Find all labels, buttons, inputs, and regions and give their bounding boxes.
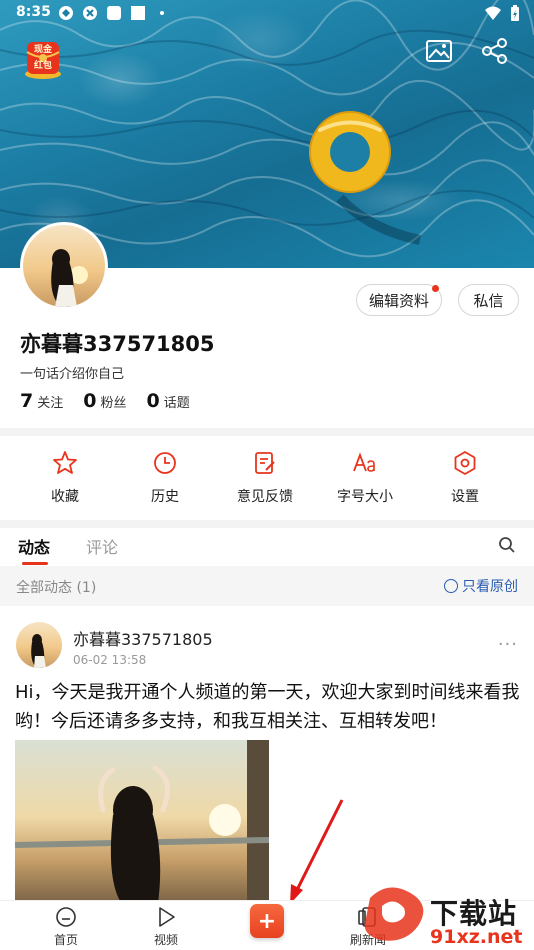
private-message-button[interactable]: 私信	[458, 284, 519, 316]
quick-label: 历史	[151, 489, 179, 505]
tab-dynamics[interactable]: 动态	[18, 534, 50, 558]
home-icon	[56, 907, 76, 927]
stat-followers[interactable]: 0 粉丝	[83, 390, 126, 412]
app-notification-icon	[131, 6, 145, 20]
publish-button[interactable]: +	[250, 904, 284, 938]
wifi-icon	[485, 6, 501, 20]
status-bar: 8:35	[0, 0, 534, 28]
nav-video-label: 视频	[153, 933, 178, 947]
change-cover-image-icon[interactable]	[424, 36, 454, 66]
quick-history[interactable]: 历史	[115, 436, 215, 520]
quick-label: 字号大小	[337, 489, 393, 505]
avatar-image	[23, 225, 105, 307]
dot-icon	[160, 11, 164, 15]
play-icon	[159, 907, 175, 927]
nav-home[interactable]: 首页	[36, 905, 96, 948]
post-author-avatar[interactable]	[16, 622, 62, 668]
quick-label: 设置	[451, 489, 479, 505]
post-text: Hi，今天是我开通个人频道的第一天，欢迎大家到时间线来看我哟！今后还请多多支持，…	[15, 682, 520, 732]
status-time: 8:35	[16, 4, 51, 20]
gear-icon	[454, 451, 476, 475]
nav-home-label: 首页	[53, 933, 78, 947]
tab-comments[interactable]: 评论	[86, 534, 118, 558]
hongbao-label-bottom: 红包	[34, 59, 52, 71]
username: 亦暮暮337571805	[20, 332, 215, 356]
edit-profile-button[interactable]: 编辑资料	[356, 284, 442, 316]
shield-status-icon	[83, 6, 97, 20]
quick-font-size[interactable]: 字号大小	[315, 436, 415, 520]
share-icon[interactable]	[480, 36, 510, 66]
app-notification-icon	[107, 6, 121, 20]
quick-favorites[interactable]: 收藏	[15, 436, 115, 520]
radio-icon	[444, 579, 458, 593]
quick-settings[interactable]: 设置	[415, 436, 515, 520]
notification-dot	[432, 285, 439, 292]
quick-label: 意见反馈	[237, 489, 293, 505]
stat-following[interactable]: 7 关注	[20, 390, 63, 412]
bio[interactable]: 一句话介绍你自己	[20, 363, 124, 382]
quick-actions: 收藏 历史 意见反馈 字号大小 设置	[0, 436, 534, 520]
edit-profile-label: 编辑资料	[368, 291, 429, 310]
original-only-label: 只看原创	[462, 579, 518, 595]
post-photo	[15, 740, 269, 910]
private-message-label: 私信	[473, 291, 504, 310]
stat-topics[interactable]: 0 话题	[147, 390, 190, 412]
more-options-icon[interactable]: ···	[498, 634, 518, 655]
avatar-image	[16, 622, 62, 668]
post-timestamp: 06-02 13:58	[73, 653, 147, 667]
sync-icon	[59, 6, 73, 20]
font-size-icon	[353, 452, 375, 472]
quick-feedback[interactable]: 意见反馈	[215, 436, 315, 520]
nav-video[interactable]: 视频	[136, 905, 196, 948]
original-only-toggle[interactable]: 只看原创	[444, 576, 518, 596]
active-tab-indicator	[22, 562, 48, 565]
hongbao-label-top: 现金	[34, 43, 53, 55]
filter-bar: 全部动态 (1) 只看原创	[0, 566, 534, 606]
divider	[0, 520, 534, 528]
feedback-icon	[255, 452, 275, 474]
all-dynamics-count: 全部动态 (1)	[16, 580, 97, 596]
cash-redpacket-icon[interactable]: 现金 红包	[22, 38, 64, 80]
battery-icon	[511, 5, 519, 21]
search-icon[interactable]	[498, 536, 516, 554]
avatar[interactable]	[20, 222, 108, 310]
clock-icon	[154, 452, 176, 474]
divider	[0, 428, 534, 436]
post-author-name[interactable]: 亦暮暮337571805	[73, 626, 213, 650]
content-tabs: 动态 评论	[0, 528, 534, 566]
profile-stats: 7 关注 0 粉丝 0 话题	[20, 390, 190, 412]
watermark-url: 91xz.net	[430, 926, 523, 948]
quick-label: 收藏	[51, 489, 79, 505]
post-image[interactable]	[15, 740, 269, 910]
star-icon	[53, 451, 77, 474]
